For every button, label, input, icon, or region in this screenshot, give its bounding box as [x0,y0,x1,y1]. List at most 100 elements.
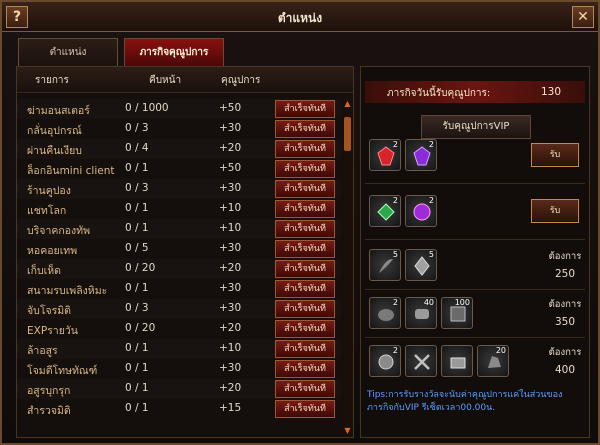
task-name: ฆ่ามอนสเตอร์ [27,105,90,117]
scroll-thumb[interactable] [344,117,351,151]
reward-row-divider [365,337,585,338]
task-merit-points: +20 [219,382,242,394]
vip-merit-button[interactable]: รับคุณูปการVIP [421,115,531,139]
scroll-up-arrow-icon[interactable]: ▲ [343,99,352,108]
required-label: ต้องการ [548,251,582,262]
complete-now-button[interactable]: สำเร็จทันที [275,400,335,418]
complete-now-button[interactable]: สำเร็จทันที [275,160,335,178]
task-row: อสูรบุกรุก 0 / 1 +20 สำเร็จทันที [17,379,341,399]
task-progress: 0 / 1000 [125,102,169,114]
task-row: หอคอยเทพ 0 / 5 +30 สำเร็จทันที [17,239,341,259]
reward-item-count: 5 [428,250,434,259]
reward-item-slot[interactable]: 2 [369,297,401,329]
reward-item-slot[interactable]: 40 [405,297,437,329]
task-merit-points: +30 [219,302,242,314]
task-progress: 0 / 1 [125,362,149,374]
reward-item-slot[interactable] [441,345,473,377]
task-row: บริจาคกองทัพ 0 / 1 +10 สำเร็จทันที [17,219,341,239]
reward-tier-row: 2 2 รับ [369,195,589,233]
complete-now-button[interactable]: สำเร็จทันที [275,120,335,138]
complete-now-button[interactable]: สำเร็จทันที [275,140,335,158]
reward-item-count: 40 [423,298,434,307]
claim-reward-button[interactable]: รับ [531,199,579,223]
task-merit-points: +30 [219,242,242,254]
task-list-panel: รายการ คืบหน้า คุณูปการ ฆ่ามอนสเตอร์ 0 / … [16,66,354,438]
reward-panel: ภารกิจวันนี้รับคุณูปการ: 130 รับคุณูปการ… [360,66,590,438]
complete-now-button[interactable]: สำเร็จทันที [275,200,335,218]
reward-tier-row: 2 20 ต้องการ 400 [369,345,589,383]
reward-item-slot[interactable]: 2 [369,139,401,171]
rank-window: ? ตำแหน่ง ✕ ตำแหน่ง ภารกิจคุณูปการ รายกา… [0,0,600,445]
required-label: ต้องการ [548,299,582,310]
task-name: เก็บเห็ด [27,265,61,277]
column-header-progress: คืบหน้า [149,75,182,86]
task-progress: 0 / 20 [125,262,156,274]
complete-now-button[interactable]: สำเร็จทันที [275,220,335,238]
task-progress: 0 / 1 [125,202,149,214]
task-merit-points: +20 [219,142,242,154]
task-row: ล็อกอินmini client 0 / 1 +50 สำเร็จทันที [17,159,341,179]
daily-merit-bar: ภารกิจวันนี้รับคุณูปการ: 130 [365,81,585,103]
daily-merit-label: ภารกิจวันนี้รับคุณูปการ: [387,88,491,99]
reward-item-slot[interactable]: 2 [369,195,401,227]
complete-now-button[interactable]: สำเร็จทันที [275,320,335,338]
reward-item-count: 100 [454,298,470,307]
complete-now-button[interactable]: สำเร็จทันที [275,340,335,358]
task-merit-points: +10 [219,222,242,234]
task-row: EXPรายวัน 0 / 20 +20 สำเร็จทันที [17,319,341,339]
complete-now-button[interactable]: สำเร็จทันที [275,360,335,378]
task-name: บริจาคกองทัพ [27,225,91,237]
task-row: สนามรบเพลิงหิมะ 0 / 1 +30 สำเร็จทันที [17,279,341,299]
complete-now-button[interactable]: สำเร็จทันที [275,180,335,198]
task-name: ล็อกอินmini client [27,165,115,177]
task-merit-points: +30 [219,182,242,194]
complete-now-button[interactable]: สำเร็จทันที [275,280,335,298]
task-row: ล้าอสูร 0 / 1 +10 สำเร็จทันที [17,339,341,359]
complete-now-button[interactable]: สำเร็จทันที [275,300,335,318]
task-name: สำรวจมิติ [27,405,71,417]
window-titlebar: ? ตำแหน่ง ✕ [2,2,598,32]
required-value: 250 [554,268,576,280]
required-merit: ต้องการ 400 [537,345,593,376]
scroll-down-arrow-icon[interactable]: ▼ [343,426,352,435]
task-scrollbar[interactable]: ▲ ▼ [343,95,352,437]
task-progress: 0 / 1 [125,282,149,294]
tab-merit-tasks[interactable]: ภารกิจคุณูปการ [124,38,224,66]
complete-now-button[interactable]: สำเร็จทันที [275,260,335,278]
claim-reward-button[interactable]: รับ [531,143,579,167]
task-name: ผ่านคืนเงียบ [27,145,82,157]
task-row: ร้านคูปอง 0 / 3 +30 สำเร็จทันที [17,179,341,199]
complete-now-button[interactable]: สำเร็จทันที [275,100,335,118]
reward-tier-row: 2 2 รับ [369,139,589,177]
reward-item-slot[interactable] [405,345,437,377]
task-progress: 0 / 5 [125,242,149,254]
reward-tier-row: 2 40 100 ต้องการ 350 [369,297,589,335]
complete-now-button[interactable]: สำเร็จทันที [275,240,335,258]
task-merit-points: +20 [219,322,242,334]
task-merit-points: +30 [219,122,242,134]
reward-item-count: 2 [392,346,398,355]
task-progress: 0 / 20 [125,322,156,334]
reward-item-slot[interactable]: 2 [405,195,437,227]
required-label: ต้องการ [548,347,582,358]
reward-item-slot[interactable]: 2 [405,139,437,171]
complete-now-button[interactable]: สำเร็จทันที [275,380,335,398]
task-merit-points: +50 [219,162,242,174]
reward-item-slot[interactable]: 100 [441,297,473,329]
task-progress: 0 / 3 [125,182,149,194]
reward-item-count: 2 [392,298,398,307]
reward-item-slot[interactable]: 20 [477,345,509,377]
reward-item-slot[interactable]: 2 [369,345,401,377]
task-progress: 0 / 1 [125,222,149,234]
reward-item-slot[interactable]: 5 [405,249,437,281]
reward-row-divider [365,183,585,184]
required-merit: ต้องการ 250 [537,249,593,280]
task-merit-points: +10 [219,342,242,354]
task-name: โจมตีโทษทัณฑ์ [27,365,98,377]
required-value: 400 [554,364,576,376]
tab-rank[interactable]: ตำแหน่ง [18,38,118,66]
task-progress: 0 / 3 [125,302,149,314]
close-button[interactable]: ✕ [572,6,594,28]
reward-item-slot[interactable]: 5 [369,249,401,281]
task-progress: 0 / 4 [125,142,149,154]
